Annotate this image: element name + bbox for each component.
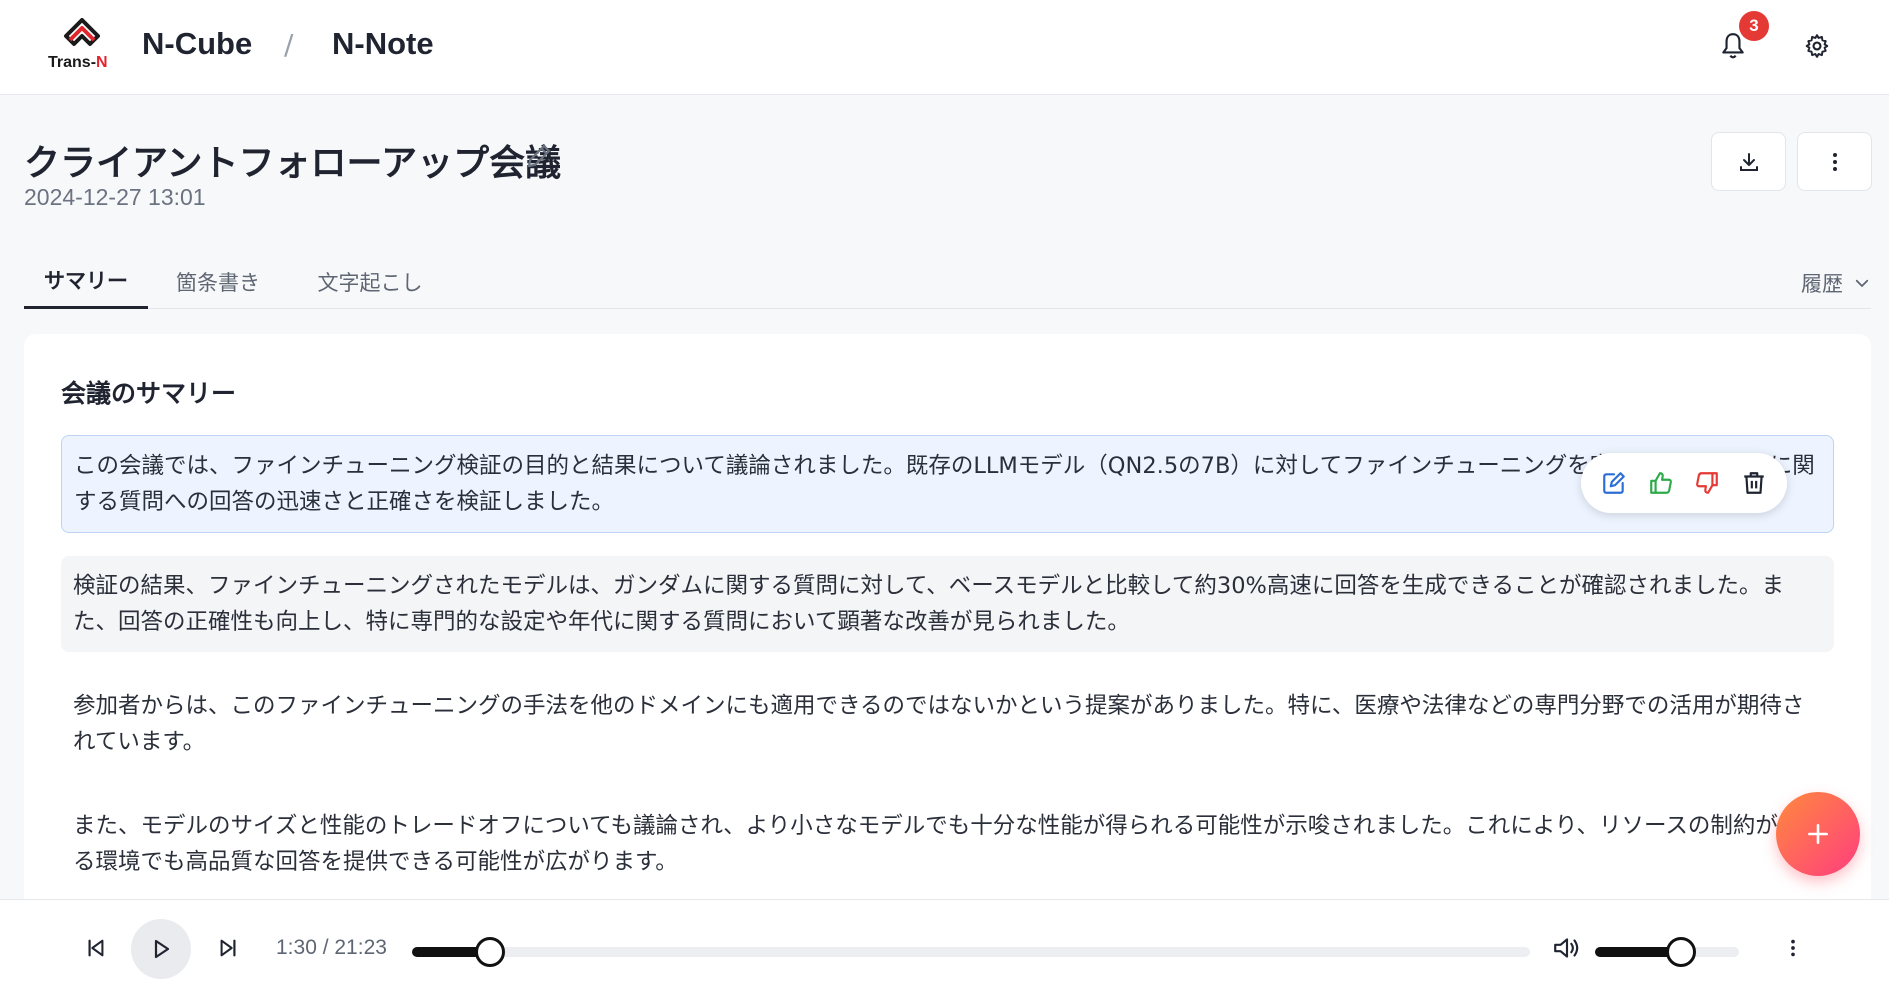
pencil-icon xyxy=(527,144,551,168)
tab-summary[interactable]: サマリー xyxy=(24,254,148,309)
progress-handle[interactable] xyxy=(475,937,506,967)
history-dropdown[interactable]: 履歴 xyxy=(1801,268,1871,298)
summary-card: 会議のサマリー この会議では、ファインチューニング検証の目的と結果について議論さ… xyxy=(24,334,1871,914)
notification-badge: 3 xyxy=(1739,11,1769,41)
tab-transcript[interactable]: 文字起こし xyxy=(288,254,452,309)
play-icon xyxy=(154,939,170,959)
skip-back-icon xyxy=(88,939,104,957)
breadcrumb-separator: / xyxy=(284,28,294,61)
tab-bullets[interactable]: 箇条書き xyxy=(148,254,288,309)
volume-handle[interactable] xyxy=(1666,937,1697,967)
thumbs-down-icon xyxy=(1696,472,1719,494)
edit-paragraph-button[interactable] xyxy=(1594,463,1634,503)
dislike-button[interactable] xyxy=(1687,463,1727,503)
thumbs-up-icon xyxy=(1649,472,1672,494)
download-icon xyxy=(1739,152,1758,171)
volume-button[interactable] xyxy=(1545,926,1589,970)
summary-paragraph[interactable]: 検証の結果、ファインチューニングされたモデルは、ガンダムに関する質問に対して、ベ… xyxy=(61,556,1834,652)
player-more-button[interactable] xyxy=(1771,926,1815,970)
volume-icon xyxy=(1554,938,1579,958)
settings-button[interactable] xyxy=(1795,24,1839,68)
logo-text: Trans-N xyxy=(48,54,108,71)
gear-icon xyxy=(1805,34,1829,58)
breadcrumb-n-cube[interactable]: N-Cube xyxy=(142,26,252,62)
summary-paragraph-selected[interactable]: この会議では、ファインチューニング検証の目的と結果について議論されました。既存の… xyxy=(61,435,1834,533)
delete-paragraph-button[interactable] xyxy=(1734,463,1774,503)
tab-bar: サマリー 箇条書き 文字起こし 履歴 xyxy=(24,254,1871,309)
skip-back-button[interactable] xyxy=(74,926,118,970)
volume-slider[interactable] xyxy=(1595,937,1739,967)
skip-forward-button[interactable] xyxy=(206,926,250,970)
history-label: 履歴 xyxy=(1801,272,1843,296)
like-button[interactable] xyxy=(1641,463,1681,503)
breadcrumb-n-note[interactable]: N-Note xyxy=(332,26,434,62)
logo[interactable]: Trans-N xyxy=(46,18,122,74)
add-button[interactable] xyxy=(1776,792,1860,876)
trash-icon xyxy=(1744,472,1764,494)
logo-mark-icon xyxy=(64,18,100,46)
download-button[interactable] xyxy=(1711,132,1786,191)
paragraph-toolbar xyxy=(1581,453,1787,513)
edit-title-button[interactable] xyxy=(522,139,556,173)
meeting-date: 2024-12-27 13:01 xyxy=(24,184,206,210)
progress-slider[interactable] xyxy=(412,937,1530,967)
chevron-down-icon xyxy=(1855,279,1869,287)
summary-heading: 会議のサマリー xyxy=(61,379,237,408)
playback-time: 1:30 / 21:23 xyxy=(276,936,387,959)
summary-paragraph[interactable]: 参加者からは、このファインチューニングの手法を他のドメインにも適用できるのではな… xyxy=(61,676,1834,772)
more-vertical-icon xyxy=(1791,939,1795,957)
top-bar: Trans-N N-Cube / N-Note 3 xyxy=(0,0,1889,95)
plus-icon xyxy=(1808,824,1828,844)
summary-paragraph[interactable]: また、モデルのサイズと性能のトレードオフについても議論され、より小さなモデルでも… xyxy=(61,796,1834,892)
edit-icon xyxy=(1603,472,1626,494)
audio-player: 1:30 / 21:23 xyxy=(0,899,1889,995)
play-button[interactable] xyxy=(131,919,191,979)
more-options-button[interactable] xyxy=(1797,132,1872,191)
more-vertical-icon xyxy=(1832,152,1837,171)
skip-forward-icon xyxy=(220,939,236,957)
page-title: クライアントフォローアップ会議 xyxy=(24,143,562,184)
